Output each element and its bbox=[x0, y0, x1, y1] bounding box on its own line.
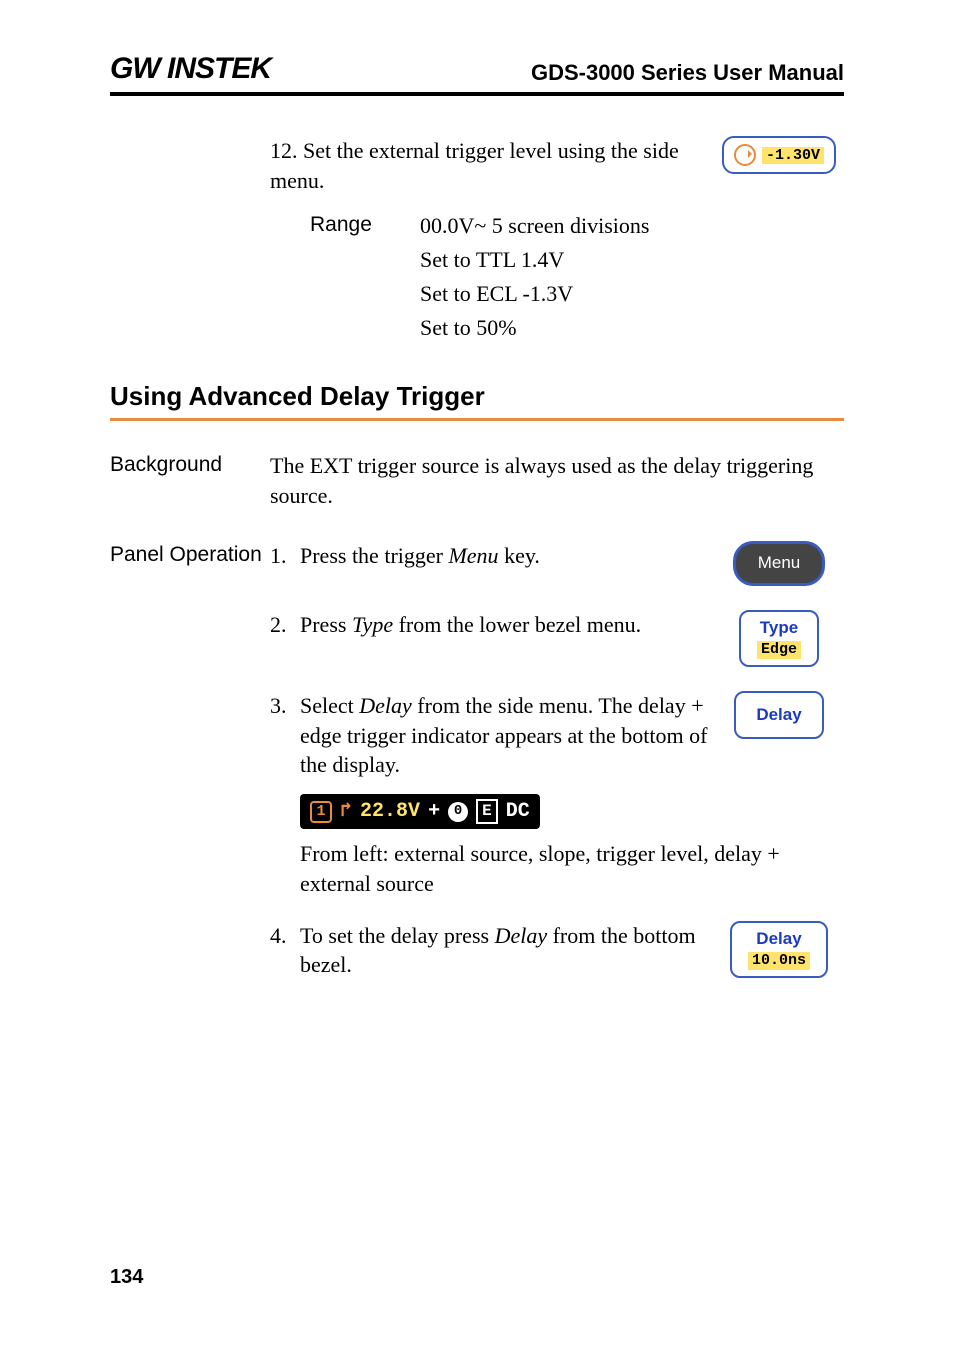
type-label: Type bbox=[760, 618, 798, 637]
background-label: Background bbox=[110, 451, 270, 477]
step1-num: 1. bbox=[270, 541, 300, 571]
knob-icon bbox=[734, 144, 756, 166]
range-row-0: Range 00.0V~ 5 screen divisions bbox=[310, 213, 844, 239]
page-header: GW INSTEK GDS-3000 Series User Manual bbox=[110, 52, 844, 96]
range-row-1: Set to TTL 1.4V bbox=[310, 247, 844, 273]
step1-text: Press the trigger Menu key. bbox=[300, 541, 714, 571]
range-val-1: Set to TTL 1.4V bbox=[420, 247, 844, 273]
step-12-num: 12. bbox=[270, 138, 298, 163]
step3-pre: Select bbox=[300, 693, 359, 718]
indicator-ext-icon: E bbox=[476, 799, 498, 825]
step2-num: 2. bbox=[270, 610, 300, 640]
step2-kw: Type bbox=[352, 612, 393, 637]
indicator-source-icon: 1 bbox=[310, 801, 332, 823]
delay-bezel-button: Delay 10.0ns bbox=[730, 921, 828, 978]
page-number: 134 bbox=[110, 1266, 143, 1289]
step4-pre: To set the delay press bbox=[300, 923, 495, 948]
step3-kw: Delay bbox=[359, 693, 412, 718]
indicator-caption: From left: external source, slope, trigg… bbox=[300, 839, 844, 898]
step2-pre: Press bbox=[300, 612, 352, 637]
brand-logo: GW INSTEK bbox=[110, 52, 271, 86]
indicator-level: 22.8V bbox=[360, 798, 420, 825]
menu-key: Menu bbox=[733, 541, 826, 586]
range-label: Range bbox=[310, 213, 420, 239]
range-row-3: Set to 50% bbox=[310, 315, 844, 341]
range-val-0: 00.0V~ 5 screen divisions bbox=[420, 213, 844, 239]
indicator-zero: 0 bbox=[448, 802, 468, 822]
panel-operation-label: Panel Operation bbox=[110, 541, 270, 567]
knob-value: -1.30V bbox=[762, 147, 824, 164]
step3-num: 3. bbox=[270, 691, 300, 721]
trigger-level-knob-readout: -1.30V bbox=[722, 136, 836, 174]
delay-label: Delay bbox=[756, 929, 801, 948]
range-row-2: Set to ECL -1.3V bbox=[310, 281, 844, 307]
background-text: The EXT trigger source is always used as… bbox=[270, 451, 844, 510]
delay-side-button: Delay bbox=[734, 691, 823, 739]
step2-post: from the lower bezel menu. bbox=[393, 612, 641, 637]
step3-text: Select Delay from the side menu. The del… bbox=[300, 691, 714, 780]
manual-title: GDS-3000 Series User Manual bbox=[531, 60, 844, 86]
indicator-plus: + bbox=[428, 798, 440, 825]
step1-kw: Menu bbox=[448, 543, 498, 568]
step4-text: To set the delay press Delay from the bo… bbox=[300, 921, 714, 980]
step-12-body: Set the external trigger level using the… bbox=[270, 138, 679, 193]
section-heading: Using Advanced Delay Trigger bbox=[110, 381, 844, 421]
step1-post: key. bbox=[499, 543, 540, 568]
step4-num: 4. bbox=[270, 921, 300, 951]
step4-kw: Delay bbox=[495, 923, 548, 948]
type-selected: Edge bbox=[757, 641, 801, 659]
indicator-coupling: DC bbox=[506, 798, 530, 825]
type-bezel-button: Type Edge bbox=[739, 610, 819, 667]
trigger-indicator-strip: 1 ↱ 22.8V + 0 E DC bbox=[300, 794, 540, 829]
indicator-slope-icon: ↱ bbox=[340, 798, 352, 825]
step1-pre: Press the trigger bbox=[300, 543, 448, 568]
step2-text: Press Type from the lower bezel menu. bbox=[300, 610, 714, 640]
range-val-2: Set to ECL -1.3V bbox=[420, 281, 844, 307]
range-val-3: Set to 50% bbox=[420, 315, 844, 341]
delay-value: 10.0ns bbox=[748, 952, 810, 970]
step-12-text: 12. Set the external trigger level using… bbox=[270, 136, 714, 195]
